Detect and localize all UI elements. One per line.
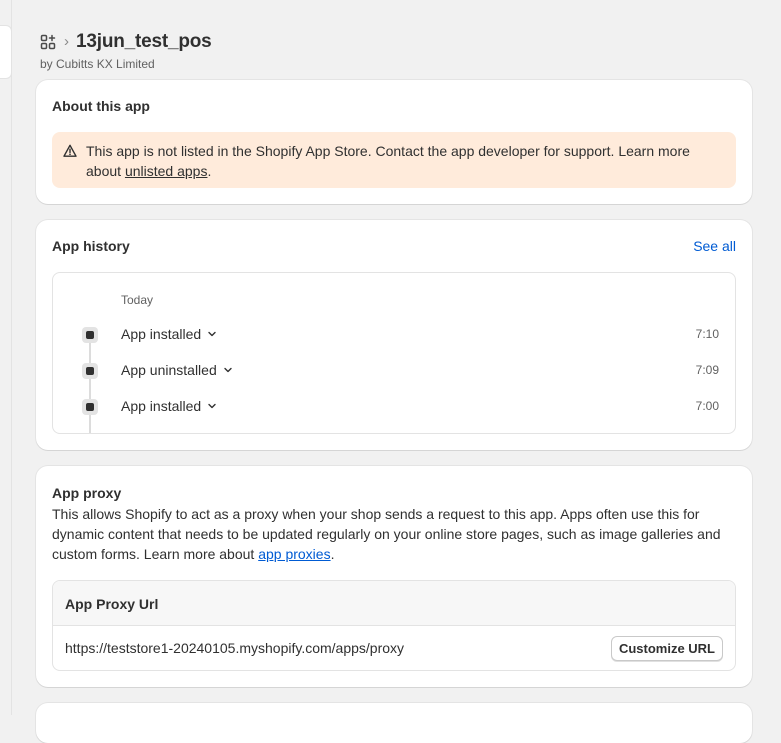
timeline-day-heading: Today <box>121 293 154 307</box>
next-card <box>36 703 752 743</box>
event-dot-icon <box>82 399 98 415</box>
warning-triangle-icon <box>63 143 77 157</box>
page-title: 13jun_test_pos <box>76 31 212 52</box>
history-timeline: Today App installed 7:10 App uninstalled… <box>52 272 736 434</box>
chevron-right-icon: › <box>64 32 69 50</box>
proxy-url-header: App Proxy Url <box>53 581 735 626</box>
side-panel <box>0 0 12 715</box>
timeline-event[interactable]: App installed 7:00 <box>53 395 735 419</box>
proxy-url-row: https://teststore1-20240105.myshopify.co… <box>53 626 735 670</box>
app-history-card: App history See all Today App installed … <box>36 220 752 450</box>
banner-period: . <box>207 163 212 179</box>
event-dot-icon <box>82 327 98 343</box>
event-time: 7:09 <box>695 363 719 377</box>
apps-icon[interactable] <box>40 34 56 50</box>
event-time: 7:00 <box>695 399 719 413</box>
history-card-title: App history <box>52 238 130 254</box>
chevron-down-icon[interactable] <box>223 365 233 375</box>
app-proxy-card: App proxy This allows Shopify to act as … <box>36 466 752 687</box>
unlisted-app-banner: This app is not listed in the Shopify Ap… <box>52 132 736 188</box>
event-label: App installed <box>121 398 202 414</box>
timeline-event[interactable]: App uninstalled 7:09 <box>53 359 735 383</box>
proxy-description-period: . <box>330 546 335 562</box>
event-dot-icon <box>82 363 98 379</box>
event-label: App uninstalled <box>121 362 217 378</box>
proxy-card-title: App proxy <box>52 485 122 501</box>
app-proxies-link[interactable]: app proxies <box>258 546 330 562</box>
page-header: › 13jun_test_pos by Cubitts KX Limited <box>40 30 212 71</box>
see-all-link[interactable]: See all <box>693 238 736 254</box>
event-label: App installed <box>121 326 202 342</box>
unlisted-apps-link[interactable]: unlisted apps <box>125 163 208 179</box>
about-card-title: About this app <box>52 98 150 114</box>
breadcrumb: › 13jun_test_pos <box>40 30 212 54</box>
proxy-url-value: https://teststore1-20240105.myshopify.co… <box>65 640 405 656</box>
about-app-card: About this app This app is not listed in… <box>36 80 752 204</box>
event-time: 7:10 <box>695 327 719 341</box>
chevron-down-icon[interactable] <box>207 401 217 411</box>
developer-byline: by Cubitts KX Limited <box>40 57 155 71</box>
proxy-description: This allows Shopify to act as a proxy wh… <box>52 504 736 564</box>
proxy-description-text: This allows Shopify to act as a proxy wh… <box>52 506 721 562</box>
timeline-event[interactable]: App installed 7:10 <box>53 323 735 347</box>
chevron-down-icon[interactable] <box>207 329 217 339</box>
side-panel-card <box>0 25 12 79</box>
proxy-url-box: App Proxy Url https://teststore1-2024010… <box>52 580 736 671</box>
customize-url-button[interactable]: Customize URL <box>610 636 723 661</box>
